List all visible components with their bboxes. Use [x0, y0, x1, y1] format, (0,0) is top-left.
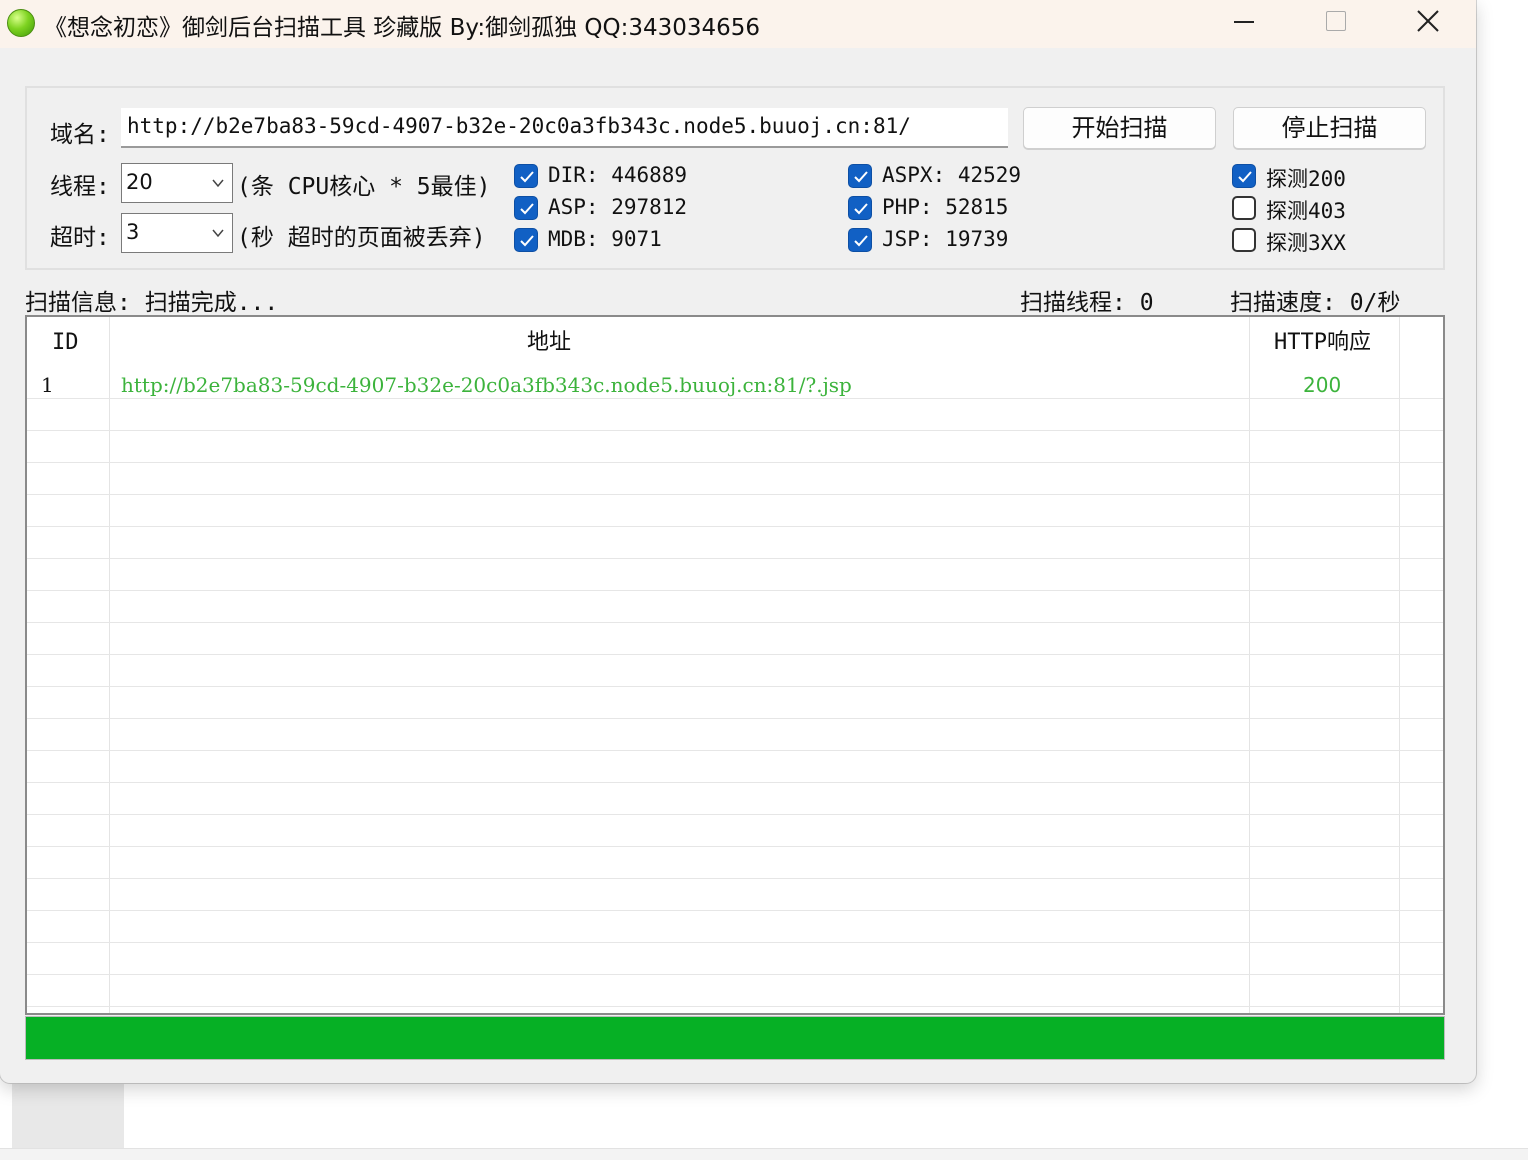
cell-url[interactable]: http://b2e7ba83-59cd-4907-b32e-20c0a3fb3…	[121, 373, 852, 397]
domain-label: 域名:	[50, 122, 110, 148]
threads-select[interactable]: 20	[121, 163, 233, 203]
stop-scan-button[interactable]: 停止扫描	[1233, 107, 1426, 149]
check-icon	[520, 235, 534, 247]
check-icon	[854, 171, 868, 183]
check-icon	[854, 235, 868, 247]
row-divider	[27, 718, 1443, 719]
results-table[interactable]: ID 地址 HTTP响应 1 http://b2e7ba83-59cd-4907-…	[25, 315, 1445, 1015]
row-divider	[27, 462, 1443, 463]
app-window: 《想念初恋》御剑后台扫描工具 珍藏版 By:御剑孤独 QQ:343034656 …	[0, 0, 1476, 1083]
row-divider	[27, 942, 1443, 943]
minimize-button[interactable]	[1200, 0, 1290, 44]
close-icon	[1417, 10, 1439, 32]
table-row[interactable]: 1 http://b2e7ba83-59cd-4907-b32e-20c0a3fb…	[27, 369, 1443, 400]
row-divider	[27, 1006, 1443, 1007]
row-divider	[27, 430, 1443, 431]
cell-http-code: 200	[1303, 373, 1342, 397]
threads-value: 20	[126, 170, 153, 194]
mdb-checkbox[interactable]	[514, 228, 538, 252]
row-divider	[27, 590, 1443, 591]
row-divider	[27, 814, 1443, 815]
timeout-select[interactable]: 3	[121, 213, 233, 253]
row-divider	[27, 750, 1443, 751]
progress-bar	[25, 1016, 1445, 1060]
row-divider	[27, 654, 1443, 655]
row-divider	[27, 782, 1443, 783]
row-divider	[27, 878, 1443, 879]
check-icon	[520, 171, 534, 183]
detect-3xx-checkbox[interactable]	[1232, 228, 1256, 252]
timeout-label: 超时:	[50, 225, 110, 251]
cell-id: 1	[41, 373, 54, 397]
aspx-label: ASPX: 42529	[882, 163, 1022, 187]
dir-label: DIR: 446889	[548, 163, 688, 187]
php-label: PHP: 52815	[882, 195, 1009, 219]
detect-200-checkbox[interactable]	[1232, 164, 1256, 188]
detect-3xx-label: 探测3XX	[1266, 231, 1346, 255]
maximize-button[interactable]	[1290, 0, 1380, 44]
row-divider	[27, 622, 1443, 623]
column-header-id[interactable]: ID	[52, 317, 79, 367]
scan-info: 扫描信息: 扫描完成...	[25, 290, 279, 316]
app-logo-icon	[7, 9, 35, 37]
asp-label: ASP: 297812	[548, 195, 688, 219]
row-divider	[27, 974, 1443, 975]
chevron-down-icon	[212, 179, 224, 188]
php-checkbox[interactable]	[848, 196, 872, 220]
title-bar[interactable]: 《想念初恋》御剑后台扫描工具 珍藏版 By:御剑孤独 QQ:343034656	[0, 0, 1476, 48]
timeout-hint: (秒 超时的页面被丢弃)	[237, 225, 486, 251]
check-icon	[520, 203, 534, 215]
scan-speed: 扫描速度: 0/秒	[1230, 290, 1401, 316]
mdb-label: MDB: 9071	[548, 227, 662, 251]
detect-403-checkbox[interactable]	[1232, 196, 1256, 220]
desktop-background	[12, 1080, 124, 1150]
row-divider	[27, 558, 1443, 559]
row-divider	[27, 686, 1443, 687]
domain-input[interactable]: http://b2e7ba83-59cd-4907-b32e-20c0a3fb3…	[121, 108, 1008, 148]
dir-checkbox[interactable]	[514, 164, 538, 188]
threads-label: 线程:	[50, 174, 110, 200]
close-button[interactable]	[1382, 0, 1472, 44]
jsp-label: JSP: 19739	[882, 227, 1009, 251]
desktop-edge	[0, 1148, 1528, 1160]
timeout-value: 3	[126, 220, 140, 244]
row-divider	[27, 494, 1443, 495]
chevron-down-icon	[212, 229, 224, 238]
check-icon	[1238, 171, 1252, 183]
column-header-http[interactable]: HTTP响应	[1274, 317, 1371, 367]
aspx-checkbox[interactable]	[848, 164, 872, 188]
detect-403-label: 探测403	[1266, 199, 1346, 223]
progress-fill	[26, 1017, 1444, 1059]
start-scan-button[interactable]: 开始扫描	[1023, 107, 1216, 149]
row-divider	[27, 910, 1443, 911]
threads-hint: (条 CPU核心 * 5最佳)	[237, 174, 491, 200]
check-icon	[854, 203, 868, 215]
detect-200-label: 探测200	[1266, 167, 1346, 191]
row-divider	[27, 526, 1443, 527]
asp-checkbox[interactable]	[514, 196, 538, 220]
column-header-address[interactable]: 地址	[527, 317, 571, 367]
row-divider	[27, 846, 1443, 847]
scan-threads: 扫描线程: 0	[1020, 290, 1154, 316]
jsp-checkbox[interactable]	[848, 228, 872, 252]
table-header: ID 地址 HTTP响应	[27, 317, 1443, 367]
window-title: 《想念初恋》御剑后台扫描工具 珍藏版 By:御剑孤独 QQ:343034656	[44, 15, 761, 41]
